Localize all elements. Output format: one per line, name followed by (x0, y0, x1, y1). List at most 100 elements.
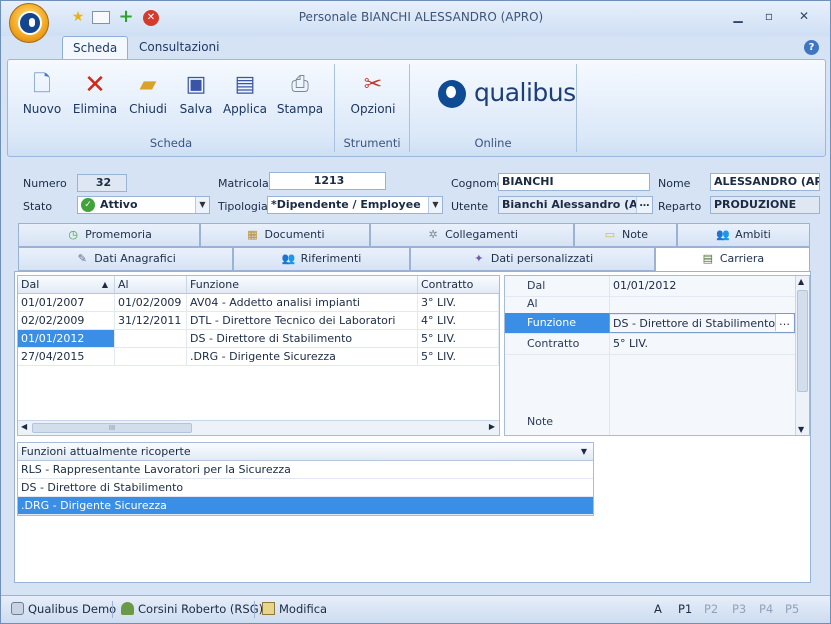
page-indicator-p2[interactable]: P2 (704, 600, 718, 619)
list-item[interactable]: RLS - Rappresentante Lavoratori per la S… (18, 461, 593, 479)
qualibus-logo-icon (18, 11, 42, 35)
horizontal-scrollbar[interactable]: ◀ III ▶ (18, 420, 499, 435)
header-contratto[interactable]: Contratto (418, 276, 499, 293)
page-indicator-p3[interactable]: P3 (732, 600, 746, 619)
chevron-down-icon[interactable]: ▼ (195, 197, 209, 213)
page-indicator-a[interactable]: A (654, 600, 662, 619)
table-row[interactable]: 01/01/2007 01/02/2009 AV04 - Addetto ana… (18, 294, 499, 312)
applica-button[interactable]: ▤ Applica (221, 64, 269, 130)
list-item-selected[interactable]: .DRG - Dirigente Sicurezza (18, 497, 593, 515)
people-icon: 👥 (716, 228, 731, 241)
help-icon[interactable]: ? (804, 40, 819, 55)
status-separator (112, 601, 113, 618)
window-close-button[interactable]: ✕ (791, 6, 817, 26)
header-al[interactable]: Al (115, 276, 187, 293)
detail-row-contratto[interactable]: Contratto 5° LIV. (505, 334, 795, 355)
qualibus-q-icon (438, 80, 466, 108)
nome-label: Nome (658, 177, 691, 190)
tab-scheda[interactable]: Scheda (62, 36, 129, 60)
functions-list-header[interactable]: Funzioni attualmente ricoperte ▼ (18, 443, 593, 461)
group-label-scheda: Scheda (149, 136, 193, 150)
functions-list: Funzioni attualmente ricoperte ▼ RLS - Ra… (17, 442, 594, 516)
salva-button[interactable]: ▣ Salva (172, 64, 220, 130)
envelope-icon[interactable] (92, 11, 110, 24)
utente-label: Utente (451, 200, 489, 213)
new-document-icon: 🗋 (33, 72, 51, 97)
window-title: Personale BIANCHI ALESSANDRO (APRO) (298, 10, 544, 24)
opzioni-button[interactable]: ✂ Opzioni (348, 64, 398, 130)
close-circle-icon[interactable]: ✕ (143, 10, 159, 26)
folder-icon: ▰ (139, 72, 157, 97)
career-grid-header: Dal ▲ Al Funzione Contratto (18, 276, 499, 294)
stampa-button[interactable]: ⎙ Stampa (276, 64, 324, 130)
custom-data-icon: ✦ (474, 252, 484, 265)
career-icon: ▤ (702, 252, 714, 265)
tab-consultazioni[interactable]: Consultazioni (129, 36, 230, 60)
tab-carriera[interactable]: ▤ Carriera (655, 247, 810, 272)
tipologia-select[interactable]: *Dipendente / Employee ▼ (267, 196, 443, 214)
table-row[interactable]: 27/04/2015 .DRG - Dirigente Sicurezza 5°… (18, 348, 499, 366)
tab-collegamenti[interactable]: ✲ Collegamenti (370, 223, 574, 247)
scroll-up-icon[interactable]: ▲ (798, 277, 804, 286)
tab-dati-personalizzati[interactable]: ✦ Dati personalizzati (410, 247, 655, 271)
star-icon[interactable]: ★ (70, 9, 86, 25)
header-funzione[interactable]: Funzione (187, 276, 418, 293)
matricola-field[interactable]: 1213 (269, 172, 386, 190)
clock-icon: ◷ (68, 228, 78, 241)
page-indicator-p5[interactable]: P5 (785, 600, 799, 619)
nuovo-button[interactable]: 🗋 Nuovo (18, 64, 66, 130)
save-disk-icon: ▣ (185, 72, 207, 97)
cognome-label: Cognome (451, 177, 504, 190)
app-window: ★ + ✕ Personale BIANCHI ALESSANDRO (APRO… (0, 0, 831, 624)
edit-icon: ✎ (77, 252, 87, 265)
utente-field[interactable]: Bianchi Alessandro (API … (498, 196, 653, 214)
list-item[interactable]: DS - Direttore di Stabilimento (18, 479, 593, 497)
check-status-icon: ✓ (81, 198, 95, 212)
detail-row-al[interactable]: Al (505, 294, 795, 315)
nome-field[interactable]: ALESSANDRO (AP (710, 173, 820, 191)
ellipsis-button[interactable]: … (636, 197, 652, 213)
printer-icon: ⎙ (291, 72, 309, 97)
tab-documenti[interactable]: ▦ Documenti (200, 223, 370, 247)
chevron-down-icon[interactable]: ▼ (428, 197, 442, 213)
maximize-button[interactable]: ▫ (756, 6, 782, 26)
tab-riferimenti[interactable]: 👥 Riferimenti (233, 247, 410, 271)
database-icon (11, 602, 24, 615)
status-user: Corsini Roberto (RSG) (121, 600, 263, 619)
minimize-button[interactable]: ▁ (725, 6, 751, 26)
scroll-right-icon[interactable]: ▶ (489, 422, 495, 431)
scroll-left-icon[interactable]: ◀ (21, 422, 27, 431)
header-dal[interactable]: Dal ▲ (18, 276, 115, 293)
scroll-down-icon[interactable]: ▼ (798, 425, 804, 434)
elimina-button[interactable]: ✕ Elimina (71, 64, 119, 130)
scroll-thumb[interactable] (797, 290, 808, 392)
document-icon: ▦ (247, 228, 258, 241)
plus-icon[interactable]: + (118, 8, 134, 26)
stato-select[interactable]: ✓ Attivo ▼ (77, 196, 210, 214)
vertical-scrollbar[interactable]: ▲ ▼ (795, 276, 809, 435)
chevron-down-icon[interactable]: ▼ (581, 443, 587, 460)
apply-disk-icon: ▤ (234, 72, 256, 97)
page-indicator-p1[interactable]: P1 (678, 600, 692, 619)
table-row[interactable]: 02/02/2009 31/12/2011 DTL - Direttore Te… (18, 312, 499, 330)
group-label-online: Online (474, 136, 512, 150)
tools-icon: ✂ (363, 72, 383, 97)
tab-ambiti[interactable]: 👥 Ambiti (677, 223, 810, 247)
tab-note[interactable]: ▭ Note (574, 223, 677, 247)
contacts-icon: 👥 (281, 252, 296, 265)
tab-promemoria[interactable]: ◷ Promemoria (18, 223, 200, 247)
page-indicator-p4[interactable]: P4 (759, 600, 773, 619)
ribbon: 🗋 Nuovo ✕ Elimina ▰ Chiudi ▣ Salva ▤ Applica … (7, 59, 826, 157)
funzione-ellipsis-button[interactable]: … (775, 314, 793, 331)
application-menu-button[interactable] (9, 3, 49, 43)
reparto-label: Reparto (658, 200, 702, 213)
table-row-selected[interactable]: 01/01/2012 DS - Direttore di Stabiliment… (18, 330, 499, 348)
tab-dati-anagrafici[interactable]: ✎ Dati Anagrafici (18, 247, 233, 271)
user-icon (121, 602, 134, 615)
cognome-field[interactable]: BIANCHI (498, 173, 650, 191)
scroll-thumb[interactable]: III (32, 423, 192, 433)
detail-row-funzione[interactable]: Funzione DS - Direttore di Stabilimento… (505, 313, 795, 334)
qualibus-online-logo[interactable]: qualibus (438, 78, 578, 112)
delete-x-icon: ✕ (84, 70, 106, 100)
chiudi-button[interactable]: ▰ Chiudi (124, 64, 172, 130)
